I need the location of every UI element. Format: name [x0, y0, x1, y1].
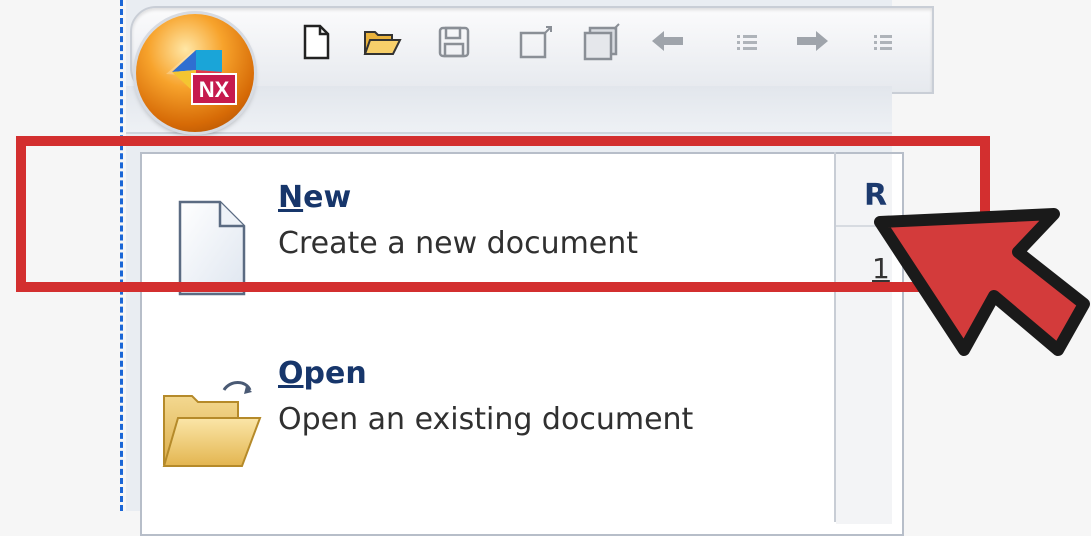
open-folder-icon [363, 31, 402, 55]
paste-window-icon [583, 23, 620, 61]
save-icon [438, 26, 470, 58]
undo-dropdown-icon [737, 35, 757, 50]
menu-item-open[interactable]: Open Open an existing document [144, 338, 832, 508]
application-menu-button[interactable]: NX [136, 14, 254, 132]
undo-button[interactable] [648, 22, 688, 62]
copy-window-icon [519, 26, 552, 59]
undo-icon [652, 31, 683, 51]
open-folder-large-icon [162, 381, 262, 467]
highlight-box [16, 136, 990, 292]
new-window-button[interactable] [516, 22, 556, 62]
redo-dropdown-button[interactable] [866, 22, 892, 62]
save-button[interactable] [434, 22, 474, 62]
redo-button[interactable] [792, 22, 832, 62]
pointer-arrow-icon [874, 208, 1090, 356]
menu-item-open-title: Open [278, 356, 367, 391]
menu-item-open-mnemonic: O [278, 356, 304, 391]
app-logo-icon: NX [166, 50, 237, 105]
redo-icon [797, 31, 828, 51]
app-logo-text: NX [199, 77, 230, 102]
open-button[interactable] [362, 22, 402, 62]
menu-item-open-title-rest: pen [303, 356, 367, 391]
new-document-button[interactable] [296, 22, 336, 62]
redo-dropdown-icon [874, 35, 892, 50]
undo-dropdown-button[interactable] [728, 22, 768, 62]
new-icon [303, 24, 330, 60]
window-button[interactable] [582, 22, 622, 62]
menu-item-open-description: Open an existing document [278, 402, 694, 437]
